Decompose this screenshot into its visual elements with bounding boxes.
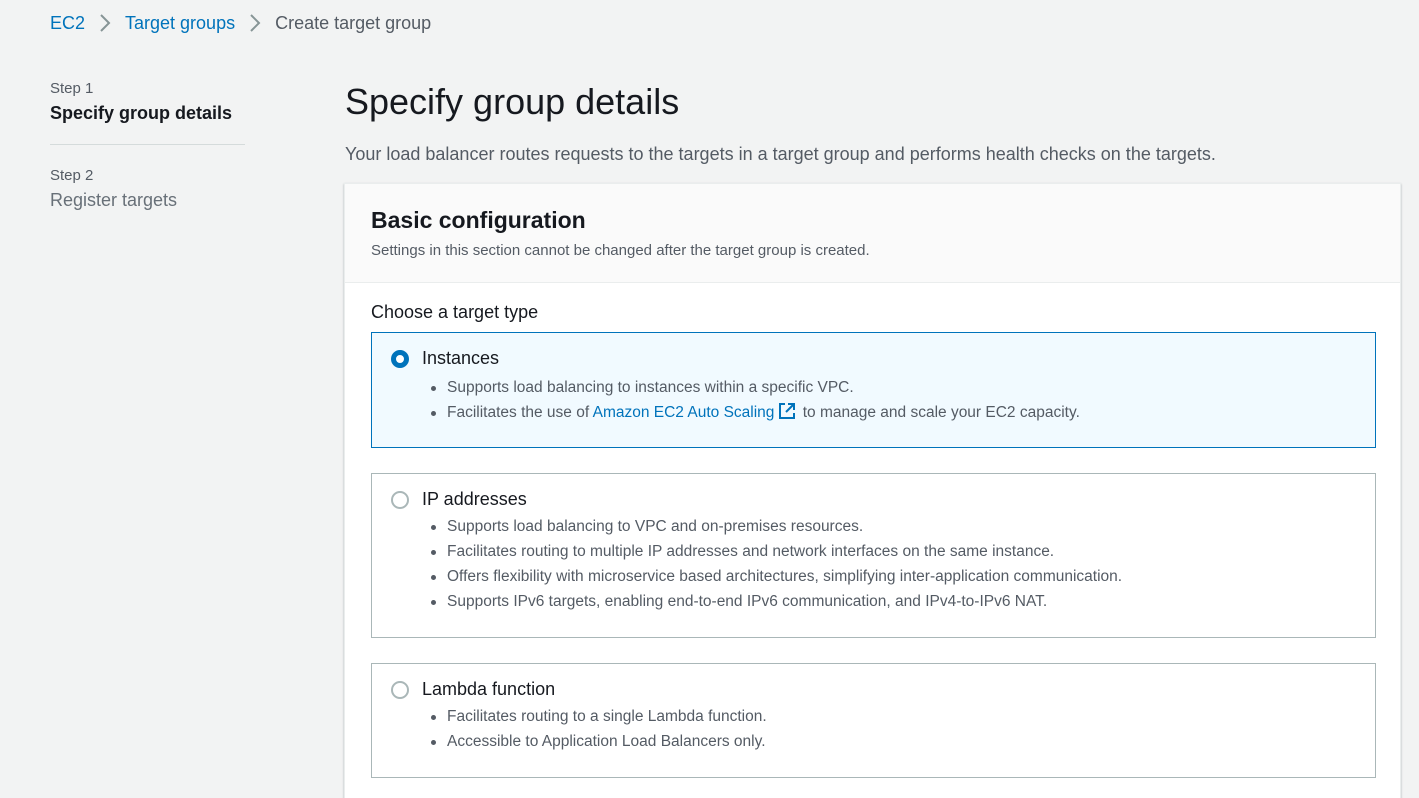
radio-selected-icon[interactable]	[391, 350, 409, 368]
breadcrumb-current: Create target group	[275, 13, 432, 33]
tile-title: Lambda function	[422, 679, 556, 699]
target-type-lambda-tile[interactable]: Lambda function Facilitates routing to a…	[371, 663, 1376, 778]
list-item: Accessible to Application Load Balancers…	[422, 729, 767, 754]
list-item: Facilitates the use of Amazon EC2 Auto S…	[422, 400, 1080, 428]
chevron-right-icon	[85, 14, 125, 32]
basic-configuration-panel: Basic configuration Settings in this sec…	[344, 183, 1401, 798]
step-1-label: Step 1	[50, 80, 94, 97]
main-content: Specify group details Your load balancer…	[345, 80, 1405, 166]
panel-body: Choose a target type Instances Supports …	[345, 283, 1400, 778]
page-description: Your load balancer routes requests to th…	[345, 144, 1216, 164]
tile-bullets: Supports load balancing to instances wit…	[422, 375, 1080, 428]
breadcrumb: EC2 Target groups Create target group	[50, 12, 431, 34]
radio-unselected-icon[interactable]	[391, 681, 409, 699]
list-item: Supports load balancing to VPC and on-pr…	[422, 514, 1122, 539]
bullet-text-before: Facilitates the use of	[447, 404, 593, 421]
chevron-right-icon	[235, 14, 275, 32]
external-link-icon	[778, 402, 796, 428]
target-type-instances-tile[interactable]: Instances Supports load balancing to ins…	[371, 332, 1376, 448]
step-1: Step 1 Specify group details	[50, 80, 245, 124]
breadcrumb-ec2[interactable]: EC2	[50, 12, 85, 34]
target-type-ip-addresses-tile[interactable]: IP addresses Supports load balancing to …	[371, 473, 1376, 638]
step-2[interactable]: Step 2 Register targets	[50, 167, 245, 211]
radio-unselected-icon[interactable]	[391, 491, 409, 509]
step-2-label: Step 2	[50, 167, 94, 184]
step-2-title[interactable]: Register targets	[50, 189, 245, 211]
wizard-steps: Step 1 Specify group details Step 2 Regi…	[50, 80, 245, 211]
tile-bullets: Facilitates routing to a single Lambda f…	[422, 704, 767, 754]
list-item: Offers flexibility with microservice bas…	[422, 564, 1122, 589]
auto-scaling-link-label: Amazon EC2 Auto Scaling	[592, 404, 775, 421]
list-item: Supports load balancing to instances wit…	[422, 375, 1080, 400]
list-item: Facilitates routing to a single Lambda f…	[422, 704, 767, 729]
panel-description: Settings in this section cannot be chang…	[371, 242, 870, 259]
tile-bullets: Supports load balancing to VPC and on-pr…	[422, 514, 1122, 614]
list-item: Supports IPv6 targets, enabling end-to-e…	[422, 589, 1122, 614]
list-item: Facilitates routing to multiple IP addre…	[422, 539, 1122, 564]
tile-title: IP addresses	[422, 489, 527, 509]
panel-header: Basic configuration Settings in this sec…	[345, 184, 1400, 283]
step-divider	[50, 144, 245, 145]
auto-scaling-link[interactable]: Amazon EC2 Auto Scaling	[592, 403, 799, 421]
bullet-text-after: to manage and scale your EC2 capacity.	[798, 404, 1080, 421]
target-type-label: Choose a target type	[371, 302, 539, 322]
breadcrumb-target-groups[interactable]: Target groups	[125, 12, 235, 34]
step-1-title: Specify group details	[50, 103, 233, 123]
page-title: Specify group details	[345, 81, 680, 122]
tile-title: Instances	[422, 348, 500, 368]
panel-title: Basic configuration	[371, 207, 586, 233]
